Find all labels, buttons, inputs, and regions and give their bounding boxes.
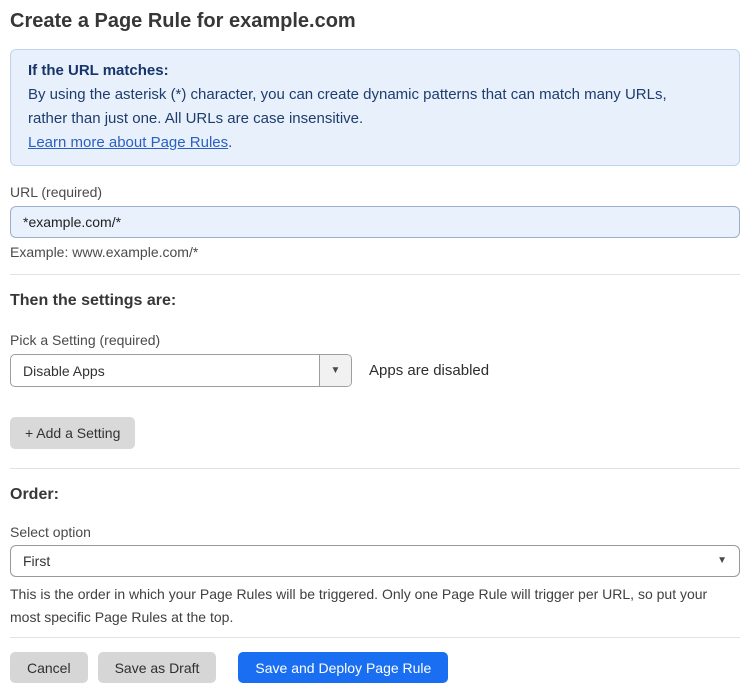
- caret-down-icon: ▼: [330, 364, 341, 376]
- pick-setting-label: Pick a Setting (required): [10, 332, 161, 348]
- order-helper-text: This is the order in which your Page Rul…: [10, 586, 708, 625]
- setting-row: Disable Apps ▼ Apps are disabled: [10, 354, 740, 387]
- divider: [10, 274, 740, 275]
- add-setting-button[interactable]: + Add a Setting: [10, 417, 136, 449]
- setting-dropdown-value: Disable Apps: [23, 362, 105, 379]
- page-title: Create a Page Rule for example.com: [10, 10, 356, 32]
- learn-more-link[interactable]: Learn more about Page Rules: [28, 134, 228, 151]
- info-box-heading: If the URL matches:: [28, 62, 169, 79]
- divider: [10, 637, 740, 638]
- caret-down-icon: ▼: [717, 555, 727, 566]
- setting-status-text: Apps are disabled: [369, 362, 490, 379]
- url-label: URL (required): [10, 184, 103, 200]
- info-box: If the URL matches: By using the asteris…: [10, 49, 740, 166]
- order-select-value: First: [23, 553, 51, 569]
- save-as-draft-button[interactable]: Save as Draft: [97, 652, 217, 683]
- settings-section-heading: Then the settings are:: [10, 292, 177, 309]
- cancel-button[interactable]: Cancel: [10, 652, 88, 683]
- setting-dropdown[interactable]: Disable Apps ▼: [10, 354, 352, 387]
- info-box-body: By using the asterisk (*) character, you…: [28, 86, 667, 127]
- order-select[interactable]: First ▼: [10, 545, 740, 577]
- divider: [10, 468, 740, 469]
- order-section-heading: Order:: [10, 486, 59, 503]
- setting-dropdown-caret-button[interactable]: ▼: [319, 355, 351, 386]
- info-box-link-line: Learn more about Page Rules.: [28, 131, 722, 155]
- actions-row: Cancel Save as Draft Save and Deploy Pag…: [10, 652, 740, 683]
- url-helper-text: Example: www.example.com/*: [10, 244, 199, 260]
- save-and-deploy-button[interactable]: Save and Deploy Page Rule: [238, 652, 449, 683]
- url-input[interactable]: [10, 206, 740, 238]
- select-option-label: Select option: [10, 524, 91, 540]
- link-suffix: .: [228, 134, 233, 151]
